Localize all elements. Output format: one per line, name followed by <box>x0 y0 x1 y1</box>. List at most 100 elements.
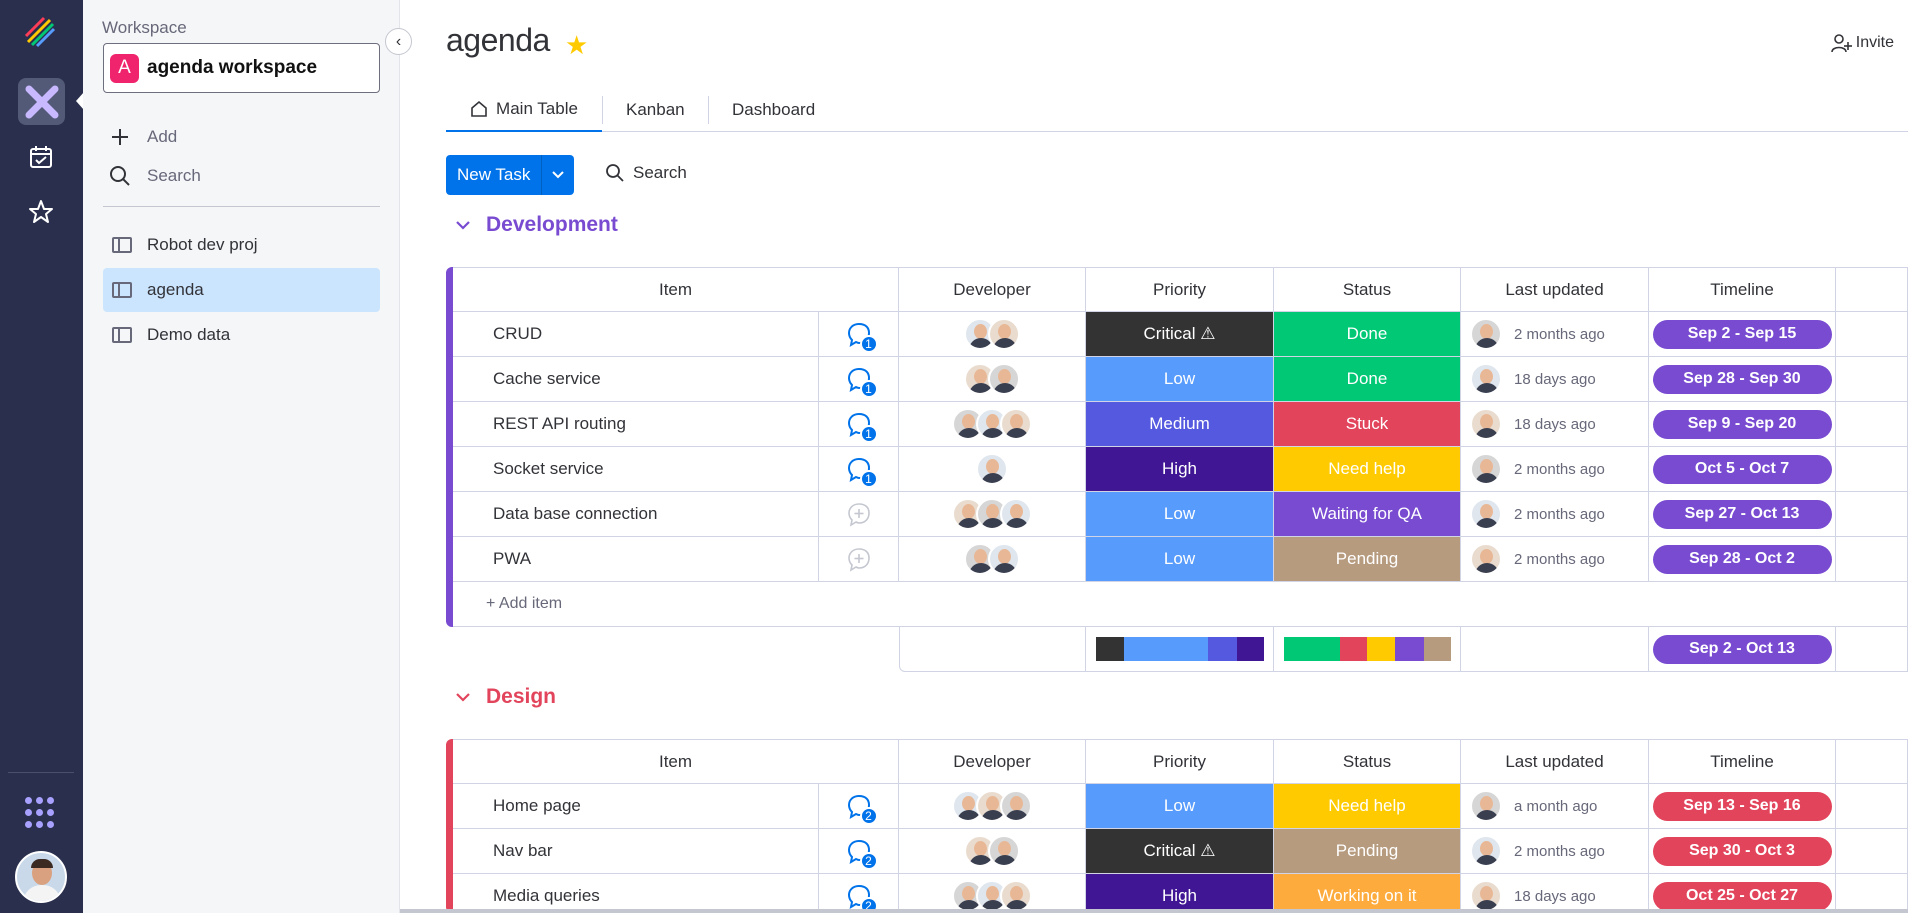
timeline-pill[interactable]: Sep 2 - Sep 15 <box>1652 319 1832 349</box>
column-header-last-updated[interactable]: Last updated <box>1461 267 1649 312</box>
group-header[interactable]: Development <box>456 213 618 237</box>
column-header-timeline[interactable]: Timeline <box>1649 739 1836 784</box>
column-header-developer[interactable]: Developer <box>899 739 1086 784</box>
developer-cell[interactable] <box>899 829 1086 874</box>
status-cell[interactable]: Pending <box>1274 537 1461 582</box>
column-header-priority[interactable]: Priority <box>1086 739 1274 784</box>
column-header-priority[interactable]: Priority <box>1086 267 1274 312</box>
priority-cell[interactable]: Critical ⚠ <box>1086 312 1274 357</box>
timeline-pill[interactable]: Sep 27 - Oct 13 <box>1652 499 1832 529</box>
item-name-cell[interactable]: REST API routing <box>453 402 819 447</box>
developer-cell[interactable] <box>899 874 1086 913</box>
developer-avatar[interactable] <box>1000 880 1032 912</box>
status-cell[interactable]: Waiting for QA <box>1274 492 1461 537</box>
horizontal-scrollbar[interactable] <box>400 909 1908 913</box>
status-summary[interactable] <box>1274 627 1461 672</box>
developer-cell[interactable] <box>899 402 1086 447</box>
column-header-timeline[interactable]: Timeline <box>1649 267 1836 312</box>
item-name[interactable]: CRUD <box>493 324 542 344</box>
new-task-button[interactable]: New Task <box>446 155 542 195</box>
timeline-cell[interactable]: Sep 2 - Sep 15 <box>1649 312 1836 357</box>
column-header-add[interactable] <box>1836 739 1908 784</box>
updates-cell[interactable]: 1 <box>819 357 899 402</box>
timeline-pill[interactable]: Sep 30 - Oct 3 <box>1652 836 1832 866</box>
timeline-cell[interactable]: Sep 9 - Sep 20 <box>1649 402 1836 447</box>
item-name[interactable]: Socket service <box>493 459 604 479</box>
timeline-cell[interactable]: Sep 28 - Sep 30 <box>1649 357 1836 402</box>
board-title[interactable]: agenda <box>446 22 550 59</box>
add-update-icon[interactable] <box>846 501 872 527</box>
updates-icon[interactable]: 1 <box>846 366 878 398</box>
timeline-cell[interactable]: Sep 27 - Oct 13 <box>1649 492 1836 537</box>
updates-cell[interactable] <box>819 492 899 537</box>
workspace-selector[interactable]: A agenda workspace <box>103 43 380 93</box>
updates-icon[interactable]: 1 <box>846 321 878 353</box>
developer-cell[interactable] <box>899 357 1086 402</box>
workspace-search-button[interactable]: Search <box>109 165 201 187</box>
status-cell[interactable]: Need help <box>1274 447 1461 492</box>
priority-cell[interactable]: Low <box>1086 784 1274 829</box>
developer-avatar[interactable] <box>1000 498 1032 530</box>
updates-cell[interactable]: 2 <box>819 784 899 829</box>
column-header-status[interactable]: Status <box>1274 739 1461 784</box>
timeline-cell[interactable]: Sep 30 - Oct 3 <box>1649 829 1836 874</box>
timeline-pill[interactable]: Sep 28 - Sep 30 <box>1652 364 1832 394</box>
group-header[interactable]: Design <box>456 685 556 709</box>
timeline-pill[interactable]: Sep 9 - Sep 20 <box>1652 409 1832 439</box>
item-name-cell[interactable]: Media queries <box>453 874 819 913</box>
status-cell[interactable]: Done <box>1274 312 1461 357</box>
updates-icon[interactable]: 2 <box>846 793 878 825</box>
table-row[interactable]: Nav bar 2 Critical ⚠ Pending 2 months ago Sep… <box>446 829 1908 874</box>
item-name-cell[interactable]: Nav bar <box>453 829 819 874</box>
updates-cell[interactable] <box>819 537 899 582</box>
item-name-cell[interactable]: CRUD <box>453 312 819 357</box>
item-name[interactable]: Cache service <box>493 369 601 389</box>
priority-cell[interactable]: High <box>1086 874 1274 913</box>
priority-cell[interactable]: Low <box>1086 537 1274 582</box>
add-update-icon[interactable] <box>846 546 872 572</box>
column-header-item[interactable]: Item <box>453 267 899 312</box>
table-row[interactable]: PWA Low Pending 2 months ago Sep 28 - Oct 2 <box>446 537 1908 582</box>
timeline-cell[interactable]: Oct 5 - Oct 7 <box>1649 447 1836 492</box>
priority-summary[interactable] <box>1086 627 1274 672</box>
updates-cell[interactable]: 1 <box>819 402 899 447</box>
timeline-cell[interactable]: Oct 25 - Oct 27 <box>1649 874 1836 913</box>
priority-cell[interactable]: High <box>1086 447 1274 492</box>
updates-cell[interactable]: 1 <box>819 447 899 492</box>
developer-cell[interactable] <box>899 784 1086 829</box>
add-button[interactable]: Add <box>109 126 177 148</box>
invite-button[interactable]: Invite <box>1830 32 1894 54</box>
item-name[interactable]: Data base connection <box>493 504 657 524</box>
item-name[interactable]: PWA <box>493 549 531 569</box>
developer-avatar[interactable] <box>1000 408 1032 440</box>
table-row[interactable]: Home page 2 Low Need help a month ago Sep 13 … <box>446 784 1908 829</box>
item-name-cell[interactable]: Data base connection <box>453 492 819 537</box>
column-header-item[interactable]: Item <box>453 739 899 784</box>
status-cell[interactable]: Stuck <box>1274 402 1461 447</box>
developer-avatar[interactable] <box>988 835 1020 867</box>
table-row[interactable]: Data base connection Low Waiting for QA 2 m… <box>446 492 1908 537</box>
item-name-cell[interactable]: PWA <box>453 537 819 582</box>
developer-avatar[interactable] <box>988 363 1020 395</box>
work-management-app-icon[interactable] <box>18 78 65 125</box>
status-cell[interactable]: Need help <box>1274 784 1461 829</box>
developer-avatar[interactable] <box>1470 543 1502 575</box>
developer-avatar[interactable] <box>988 318 1020 350</box>
monday-logo-icon[interactable] <box>20 12 60 52</box>
updates-icon[interactable]: 2 <box>846 838 878 870</box>
item-name[interactable]: Home page <box>493 796 581 816</box>
apps-grid-icon[interactable] <box>25 797 57 829</box>
developer-avatar[interactable] <box>1470 318 1502 350</box>
priority-cell[interactable]: Medium <box>1086 402 1274 447</box>
timeline-pill[interactable]: Oct 5 - Oct 7 <box>1652 454 1832 484</box>
tab-main-table[interactable]: Main Table <box>446 88 602 132</box>
add-item-label[interactable]: + Add item <box>486 595 562 613</box>
item-name[interactable]: REST API routing <box>493 414 626 434</box>
priority-cell[interactable]: Low <box>1086 357 1274 402</box>
tab-kanban[interactable]: Kanban <box>626 88 685 132</box>
add-item-row[interactable]: + Add item <box>446 582 1908 627</box>
my-work-icon[interactable] <box>28 144 54 170</box>
board-search-button[interactable]: Search <box>605 163 687 183</box>
developer-cell[interactable] <box>899 447 1086 492</box>
board-item-agenda[interactable]: agenda <box>103 268 380 312</box>
